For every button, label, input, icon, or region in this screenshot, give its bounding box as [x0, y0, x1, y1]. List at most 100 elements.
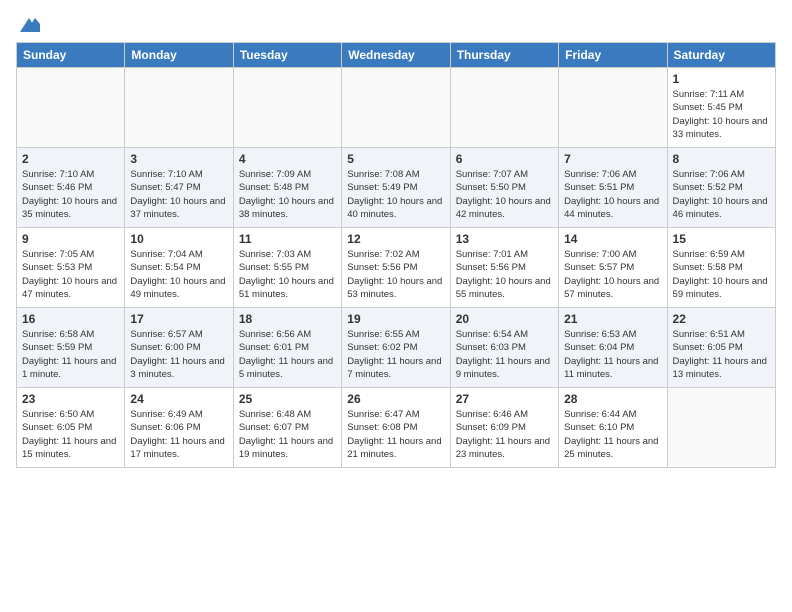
day-info: Sunrise: 6:59 AM Sunset: 5:58 PM Dayligh… — [673, 248, 770, 301]
day-number: 5 — [347, 152, 444, 166]
day-info: Sunrise: 6:48 AM Sunset: 6:07 PM Dayligh… — [239, 408, 336, 461]
day-number: 27 — [456, 392, 553, 406]
day-info: Sunrise: 7:04 AM Sunset: 5:54 PM Dayligh… — [130, 248, 227, 301]
column-header-thursday: Thursday — [450, 43, 558, 68]
calendar-day-cell: 14 Sunrise: 7:00 AM Sunset: 5:57 PM Dayli… — [559, 228, 667, 308]
calendar-day-cell: 7 Sunrise: 7:06 AM Sunset: 5:51 PM Daylig… — [559, 148, 667, 228]
day-info: Sunrise: 7:01 AM Sunset: 5:56 PM Dayligh… — [456, 248, 553, 301]
day-number: 11 — [239, 232, 336, 246]
calendar-day-cell: 26Sunrise: 6:47 AM Sunset: 6:08 PM Dayli… — [342, 388, 450, 468]
logo-general — [16, 16, 40, 32]
calendar-header-row: SundayMondayTuesdayWednesdayThursdayFrid… — [17, 43, 776, 68]
calendar-day-cell: 5 Sunrise: 7:08 AM Sunset: 5:49 PM Daylig… — [342, 148, 450, 228]
calendar-day-cell: 6 Sunrise: 7:07 AM Sunset: 5:50 PM Daylig… — [450, 148, 558, 228]
calendar-day-cell — [125, 68, 233, 148]
calendar-day-cell: 22 Sunrise: 6:51 AM Sunset: 6:05 PM Dayli… — [667, 308, 775, 388]
calendar-day-cell: 2 Sunrise: 7:10 AM Sunset: 5:46 PM Daylig… — [17, 148, 125, 228]
calendar-day-cell: 11 Sunrise: 7:03 AM Sunset: 5:55 PM Dayli… — [233, 228, 341, 308]
day-info: Sunrise: 6:49 AM Sunset: 6:06 PM Dayligh… — [130, 408, 227, 461]
day-info: Sunrise: 6:57 AM Sunset: 6:00 PM Dayligh… — [130, 328, 227, 381]
day-info: Sunrise: 7:06 AM Sunset: 5:51 PM Dayligh… — [564, 168, 661, 221]
day-number: 12 — [347, 232, 444, 246]
day-info: Sunrise: 7:02 AM Sunset: 5:56 PM Dayligh… — [347, 248, 444, 301]
day-number: 28 — [564, 392, 661, 406]
calendar-day-cell — [559, 68, 667, 148]
calendar-day-cell: 17 Sunrise: 6:57 AM Sunset: 6:00 PM Dayli… — [125, 308, 233, 388]
calendar-day-cell: 8 Sunrise: 7:06 AM Sunset: 5:52 PM Daylig… — [667, 148, 775, 228]
day-number: 24 — [130, 392, 227, 406]
calendar-day-cell: 12 Sunrise: 7:02 AM Sunset: 5:56 PM Dayli… — [342, 228, 450, 308]
calendar-day-cell — [17, 68, 125, 148]
day-number: 3 — [130, 152, 227, 166]
calendar-day-cell — [450, 68, 558, 148]
day-number: 14 — [564, 232, 661, 246]
day-info: Sunrise: 6:53 AM Sunset: 6:04 PM Dayligh… — [564, 328, 661, 381]
calendar-day-cell: 27 Sunrise: 6:46 AM Sunset: 6:09 PM Dayli… — [450, 388, 558, 468]
calendar-day-cell: 21 Sunrise: 6:53 AM Sunset: 6:04 PM Dayli… — [559, 308, 667, 388]
calendar-day-cell: 9 Sunrise: 7:05 AM Sunset: 5:53 PM Daylig… — [17, 228, 125, 308]
day-number: 21 — [564, 312, 661, 326]
day-number: 6 — [456, 152, 553, 166]
day-number: 15 — [673, 232, 770, 246]
day-number: 17 — [130, 312, 227, 326]
calendar-day-cell — [667, 388, 775, 468]
day-number: 19 — [347, 312, 444, 326]
calendar-week-row: 23 Sunrise: 6:50 AM Sunset: 6:05 PM Dayli… — [17, 388, 776, 468]
calendar-week-row: 2 Sunrise: 7:10 AM Sunset: 5:46 PM Daylig… — [17, 148, 776, 228]
day-info: Sunrise: 7:10 AM Sunset: 5:47 PM Dayligh… — [130, 168, 227, 221]
calendar-day-cell: 20Sunrise: 6:54 AM Sunset: 6:03 PM Dayli… — [450, 308, 558, 388]
day-number: 18 — [239, 312, 336, 326]
calendar-day-cell: 10Sunrise: 7:04 AM Sunset: 5:54 PM Dayli… — [125, 228, 233, 308]
calendar-day-cell — [233, 68, 341, 148]
calendar-week-row: 16Sunrise: 6:58 AM Sunset: 5:59 PM Dayli… — [17, 308, 776, 388]
calendar-day-cell: 18 Sunrise: 6:56 AM Sunset: 6:01 PM Dayli… — [233, 308, 341, 388]
calendar-day-cell: 25Sunrise: 6:48 AM Sunset: 6:07 PM Dayli… — [233, 388, 341, 468]
calendar-day-cell: 3 Sunrise: 7:10 AM Sunset: 5:47 PM Daylig… — [125, 148, 233, 228]
day-number: 26 — [347, 392, 444, 406]
calendar-day-cell: 4 Sunrise: 7:09 AM Sunset: 5:48 PM Daylig… — [233, 148, 341, 228]
day-info: Sunrise: 6:55 AM Sunset: 6:02 PM Dayligh… — [347, 328, 444, 381]
calendar-day-cell — [342, 68, 450, 148]
day-info: Sunrise: 7:05 AM Sunset: 5:53 PM Dayligh… — [22, 248, 119, 301]
day-info: Sunrise: 7:03 AM Sunset: 5:55 PM Dayligh… — [239, 248, 336, 301]
day-info: Sunrise: 7:09 AM Sunset: 5:48 PM Dayligh… — [239, 168, 336, 221]
day-info: Sunrise: 6:46 AM Sunset: 6:09 PM Dayligh… — [456, 408, 553, 461]
column-header-tuesday: Tuesday — [233, 43, 341, 68]
day-number: 9 — [22, 232, 119, 246]
logo-icon — [18, 16, 40, 34]
logo — [16, 16, 40, 32]
day-number: 7 — [564, 152, 661, 166]
day-number: 20 — [456, 312, 553, 326]
day-info: Sunrise: 7:10 AM Sunset: 5:46 PM Dayligh… — [22, 168, 119, 221]
calendar-day-cell: 13 Sunrise: 7:01 AM Sunset: 5:56 PM Dayli… — [450, 228, 558, 308]
day-info: Sunrise: 7:06 AM Sunset: 5:52 PM Dayligh… — [673, 168, 770, 221]
day-number: 8 — [673, 152, 770, 166]
logo-text — [16, 16, 40, 32]
calendar-day-cell: 1Sunrise: 7:11 AM Sunset: 5:45 PM Daylig… — [667, 68, 775, 148]
calendar-day-cell: 24 Sunrise: 6:49 AM Sunset: 6:06 PM Dayli… — [125, 388, 233, 468]
day-number: 13 — [456, 232, 553, 246]
day-info: Sunrise: 6:56 AM Sunset: 6:01 PM Dayligh… — [239, 328, 336, 381]
day-number: 2 — [22, 152, 119, 166]
calendar-day-cell: 28Sunrise: 6:44 AM Sunset: 6:10 PM Dayli… — [559, 388, 667, 468]
calendar-day-cell: 15 Sunrise: 6:59 AM Sunset: 5:58 PM Dayli… — [667, 228, 775, 308]
day-number: 23 — [22, 392, 119, 406]
day-number: 22 — [673, 312, 770, 326]
day-info: Sunrise: 7:08 AM Sunset: 5:49 PM Dayligh… — [347, 168, 444, 221]
calendar-week-row: 1Sunrise: 7:11 AM Sunset: 5:45 PM Daylig… — [17, 68, 776, 148]
calendar-week-row: 9 Sunrise: 7:05 AM Sunset: 5:53 PM Daylig… — [17, 228, 776, 308]
calendar-table: SundayMondayTuesdayWednesdayThursdayFrid… — [16, 42, 776, 468]
day-number: 1 — [673, 72, 770, 86]
calendar-day-cell: 23 Sunrise: 6:50 AM Sunset: 6:05 PM Dayli… — [17, 388, 125, 468]
day-info: Sunrise: 6:50 AM Sunset: 6:05 PM Dayligh… — [22, 408, 119, 461]
calendar-day-cell: 16Sunrise: 6:58 AM Sunset: 5:59 PM Dayli… — [17, 308, 125, 388]
column-header-wednesday: Wednesday — [342, 43, 450, 68]
column-header-friday: Friday — [559, 43, 667, 68]
day-info: Sunrise: 7:00 AM Sunset: 5:57 PM Dayligh… — [564, 248, 661, 301]
day-info: Sunrise: 6:51 AM Sunset: 6:05 PM Dayligh… — [673, 328, 770, 381]
page-header — [16, 16, 776, 32]
day-number: 4 — [239, 152, 336, 166]
day-info: Sunrise: 7:07 AM Sunset: 5:50 PM Dayligh… — [456, 168, 553, 221]
calendar-day-cell: 19 Sunrise: 6:55 AM Sunset: 6:02 PM Dayli… — [342, 308, 450, 388]
column-header-sunday: Sunday — [17, 43, 125, 68]
